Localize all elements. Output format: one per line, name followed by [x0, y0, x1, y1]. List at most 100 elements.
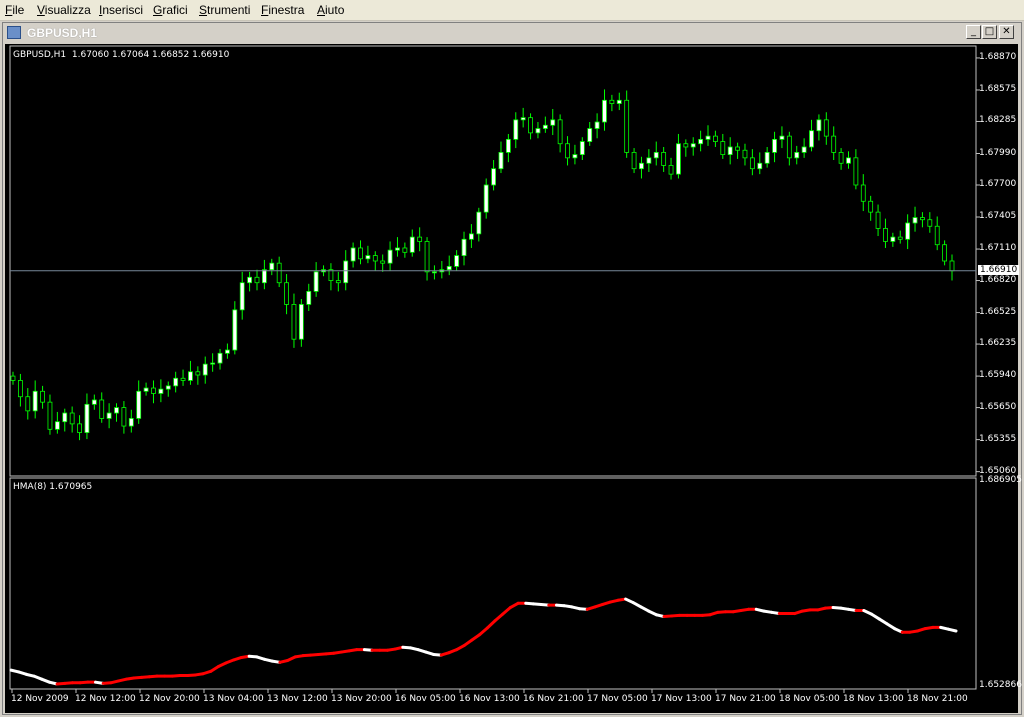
candle-body [639, 162, 644, 170]
candle-body [875, 211, 881, 229]
candle-body [461, 238, 467, 256]
menu-visualizza[interactable]: Visualizza [37, 3, 91, 17]
main-panel-border [9, 45, 977, 477]
time-axis-label: 12 Nov 12:00 [75, 694, 136, 704]
candle-body [720, 141, 726, 155]
chart-window-titlebar[interactable]: GBPUSD,H1 _ □ ✕ [3, 24, 1019, 42]
time-axis-label: 16 Nov 21:00 [523, 694, 584, 704]
candle-body [54, 421, 60, 430]
candle-body [136, 390, 142, 419]
candle-body [883, 228, 888, 242]
candle-body [594, 121, 600, 129]
price-axis-label: 1.67990 [979, 147, 1017, 158]
price-axis-label: 1.67110 [979, 243, 1017, 254]
candle-body [173, 377, 179, 387]
menu-finestra-label: inestra [268, 3, 305, 17]
maximize-button[interactable]: □ [982, 25, 997, 39]
time-axis-label: 17 Nov 21:00 [715, 694, 776, 704]
menu-strumenti[interactable]: Strumenti [199, 3, 250, 17]
candle-body [476, 211, 482, 235]
candle-body [624, 99, 630, 153]
price-axis-label: 1.66235 [979, 338, 1017, 349]
price-axis-label: 1.68870 [979, 51, 1017, 62]
candle-body [84, 403, 90, 433]
menu-inserisci[interactable]: Inserisci [99, 3, 143, 17]
candle-body [114, 407, 119, 414]
time-axis-label: 18 Nov 13:00 [843, 694, 904, 704]
chart-window-title: GBPUSD,H1 [27, 26, 98, 40]
candle-body [609, 99, 615, 104]
candle-body [151, 387, 156, 394]
candle-body [528, 117, 533, 134]
candle-body [402, 247, 408, 253]
hma-segment [478, 626, 489, 637]
menu-grafici-hotkey: G [153, 3, 163, 17]
chart-canvas[interactable] [5, 44, 1018, 713]
candle-body [934, 225, 940, 246]
menu-grafici[interactable]: Grafici [153, 3, 188, 17]
candle-body [128, 418, 134, 427]
menu-file[interactable]: File [5, 3, 24, 17]
candle-body [306, 291, 312, 305]
menu-visualizza-label: isualizza [44, 3, 91, 17]
candle-body [91, 399, 97, 405]
close-button[interactable]: ✕ [999, 25, 1014, 39]
candle-body [890, 236, 896, 242]
time-axis-label: 13 Nov 12:00 [267, 694, 328, 704]
price-axis-label: 1.67700 [979, 178, 1017, 189]
candle-body [284, 282, 289, 305]
time-axis-label: 13 Nov 04:00 [203, 694, 264, 704]
candle-body [276, 262, 282, 284]
time-axis-label: 13 Nov 20:00 [331, 694, 392, 704]
candle-body [661, 152, 667, 166]
time-axis-label: 18 Nov 21:00 [907, 694, 968, 704]
candle-body [210, 362, 216, 365]
time-axis-label: 16 Nov 05:00 [395, 694, 456, 704]
chart-area[interactable]: GBPUSD,H1 1.67060 1.67064 1.66852 1.6691… [5, 44, 1022, 713]
candle-body [446, 266, 452, 271]
candle-body [727, 146, 733, 155]
candle-body [801, 146, 807, 153]
hma-segment [485, 619, 497, 630]
candle-body [713, 135, 718, 142]
menu-aiuto[interactable]: Aiuto [317, 3, 344, 17]
menu-inserisci-label: nserisci [102, 3, 144, 17]
candle-body [587, 128, 593, 142]
candle-body [942, 244, 948, 262]
menu-aiuto-hotkey: A [317, 3, 326, 17]
candle-body [17, 380, 23, 398]
hma-axis-label: 1.686905 [979, 475, 1022, 485]
candle-body [616, 99, 622, 104]
hma-segment [501, 606, 512, 616]
candle-body [565, 143, 570, 159]
price-axis-label: 1.68285 [979, 115, 1017, 126]
menu-finestra[interactable]: Finestra [261, 3, 304, 17]
candle-body [602, 99, 607, 123]
minimize-button[interactable]: _ [966, 25, 981, 39]
candle-body [47, 401, 53, 430]
price-axis-label: 1.68575 [979, 83, 1017, 94]
hma-axis-label: 1.652866 [979, 680, 1022, 690]
candle-body [395, 247, 400, 251]
chart-window-icon [7, 26, 21, 39]
candle-body [417, 236, 423, 242]
candle-body [380, 260, 386, 264]
candle-body [121, 407, 127, 427]
candle-body [920, 217, 925, 221]
candle-body [949, 260, 955, 272]
candle-body [653, 152, 659, 159]
candle-body [32, 390, 38, 412]
price-axis-label: 1.66820 [979, 274, 1017, 285]
candle-body [779, 135, 785, 140]
menu-visualizza-hotkey: V [37, 3, 45, 17]
candle-body [491, 168, 496, 186]
time-axis-label: 18 Nov 05:00 [779, 694, 840, 704]
candle-body [676, 143, 681, 175]
candle-body [742, 149, 748, 159]
candle-body [927, 219, 933, 227]
candle-body [912, 217, 918, 224]
menu-bar: File Visualizza Inserisci Grafici Strume… [0, 0, 1024, 21]
candle-body [520, 117, 526, 121]
menu-aiuto-label: iuto [325, 3, 345, 17]
candle-body [498, 152, 504, 170]
